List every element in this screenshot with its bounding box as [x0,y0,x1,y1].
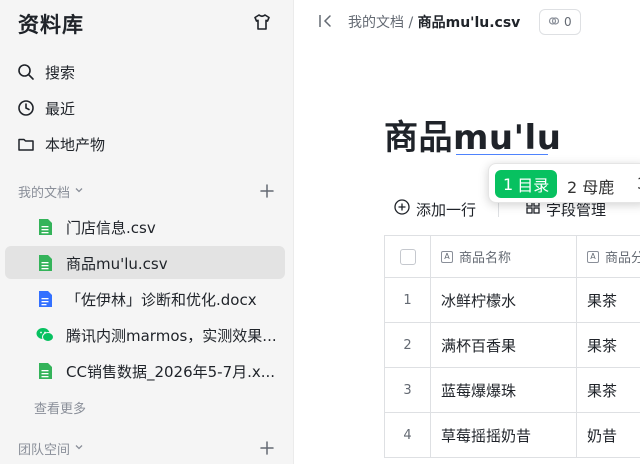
nav-search[interactable]: 搜索 [0,54,294,88]
composition-underline [456,154,548,155]
team-space-label: 团队空间 [18,443,71,458]
toolbar-divider [498,201,499,217]
column-header[interactable]: A 商品分 [577,236,640,277]
data-table: A 商品名称 A 商品分 1 冰鲜柠檬水 果茶 2 满杯百香果 果茶 3 蓝莓爆爆珠… [384,235,640,458]
row-number: 4 [385,413,431,457]
sheet-icon [38,219,52,235]
row-number: 1 [385,278,431,322]
link-count-badge[interactable]: 0 [539,9,581,35]
collapse-sidebar-icon[interactable] [318,13,334,29]
product-name-cell[interactable]: 满杯百香果 [431,323,577,367]
doc-item-diagnosis[interactable]: 「佐伊林」诊断和优化.docx [5,282,285,315]
plus-circle-icon [394,199,410,219]
column-header[interactable]: A 商品名称 [431,236,577,277]
wechat-icon [36,327,54,343]
clock-icon [17,99,35,117]
doc-item-label: 门店信息.csv [66,219,156,237]
nav-local-label: 本地产物 [45,136,106,154]
table-row[interactable]: 3 蓝莓爆爆珠 果茶 [385,368,640,413]
nav-recent-label: 最近 [45,100,76,118]
category-cell[interactable]: 果茶 [577,368,640,412]
folder-icon [17,135,35,153]
ime-candidate-popup: 1 目录 2 母鹿 3 [488,163,640,203]
candidate-text: 母鹿 [582,178,615,197]
doc-item-label: 商品mu'lu.csv [66,255,168,273]
tshirt-icon[interactable] [252,12,272,32]
text-field-icon: A [587,250,599,263]
chevron-down-icon [74,441,84,456]
product-name-cell[interactable]: 草莓摇摇奶昔 [431,413,577,457]
select-all-cell[interactable] [385,236,431,277]
text-field-icon: A [441,250,453,263]
doc-item-label: 「佐伊林」诊断和优化.docx [66,291,257,309]
select-all-checkbox[interactable] [399,248,416,265]
page-title[interactable]: 商品mu'lu [384,110,561,159]
app-title: 资料库 [18,13,84,37]
see-more-link[interactable]: 查看更多 [34,398,86,417]
breadcrumb-current: 商品mu'lu.csv [417,15,521,31]
nav-search-label: 搜索 [45,64,76,82]
add-row-label: 添加一行 [416,200,477,219]
candidate-index: 2 [567,178,578,197]
table-row[interactable]: 4 草莓摇摇奶昔 奶昔 [385,413,640,458]
doc-item-sales[interactable]: CC销售数据_2026年5-7月.x... [5,354,285,387]
table-header: A 商品名称 A 商品分 [385,236,640,278]
doc-item-label: 腾讯内测marmos，实测效果... [66,327,277,345]
column-header-label: 商品分 [605,251,640,266]
my-docs-label: 我的文档 [18,186,71,201]
doc-item-store-info[interactable]: 门店信息.csv [5,210,285,243]
breadcrumb: 我的文档 / 商品mu'lu.csv [348,12,520,32]
product-name-cell[interactable]: 冰鲜柠檬水 [431,278,577,322]
doc-item-tencent[interactable]: 腾讯内测marmos，实测效果... [5,318,285,351]
category-cell[interactable]: 奶昔 [577,413,640,457]
doc-item-label: CC销售数据_2026年5-7月.x... [66,363,276,381]
add-team-button[interactable] [259,440,275,456]
topbar: 我的文档 / 商品mu'lu.csv 0 [294,0,640,46]
row-number: 3 [385,368,431,412]
table-row[interactable]: 1 冰鲜柠檬水 果茶 [385,278,640,323]
ime-candidate[interactable]: 2 母鹿 [567,174,614,198]
main-panel: 我的文档 / 商品mu'lu.csv 0 商品mu'lu 添加一行 字段管理 A… [294,0,640,464]
table-row[interactable]: 2 满杯百香果 果茶 [385,323,640,368]
sheet-icon [38,363,52,379]
ime-candidate-selected[interactable]: 1 目录 [495,170,558,198]
sheet-icon [38,255,52,271]
sidebar: 资料库 搜索 最近 本地产物 我的文档 门店信息.csv 商品mu'lu.csv… [0,0,294,464]
candidate-index: 1 [503,174,514,194]
add-row-button[interactable]: 添加一行 [394,198,476,220]
category-cell[interactable]: 果茶 [577,323,640,367]
doc-item-product-catalog[interactable]: 商品mu'lu.csv [5,246,285,279]
product-name-cell[interactable]: 蓝莓爆爆珠 [431,368,577,412]
nav-recent[interactable]: 最近 [0,90,294,124]
category-cell[interactable]: 果茶 [577,278,640,322]
search-icon [17,63,35,81]
chevron-down-icon [74,184,84,199]
breadcrumb-parent[interactable]: 我的文档 [348,15,404,31]
row-number: 2 [385,323,431,367]
column-header-label: 商品名称 [459,251,512,266]
nav-local[interactable]: 本地产物 [0,126,294,160]
team-space-section[interactable]: 团队空间 [18,439,84,458]
add-doc-button[interactable] [259,183,275,199]
link-count: 0 [564,15,572,29]
doc-icon [38,291,52,307]
my-docs-section[interactable]: 我的文档 [18,182,84,201]
candidate-text: 目录 [517,176,550,195]
link-icon [548,15,560,30]
breadcrumb-separator: / [408,15,414,31]
